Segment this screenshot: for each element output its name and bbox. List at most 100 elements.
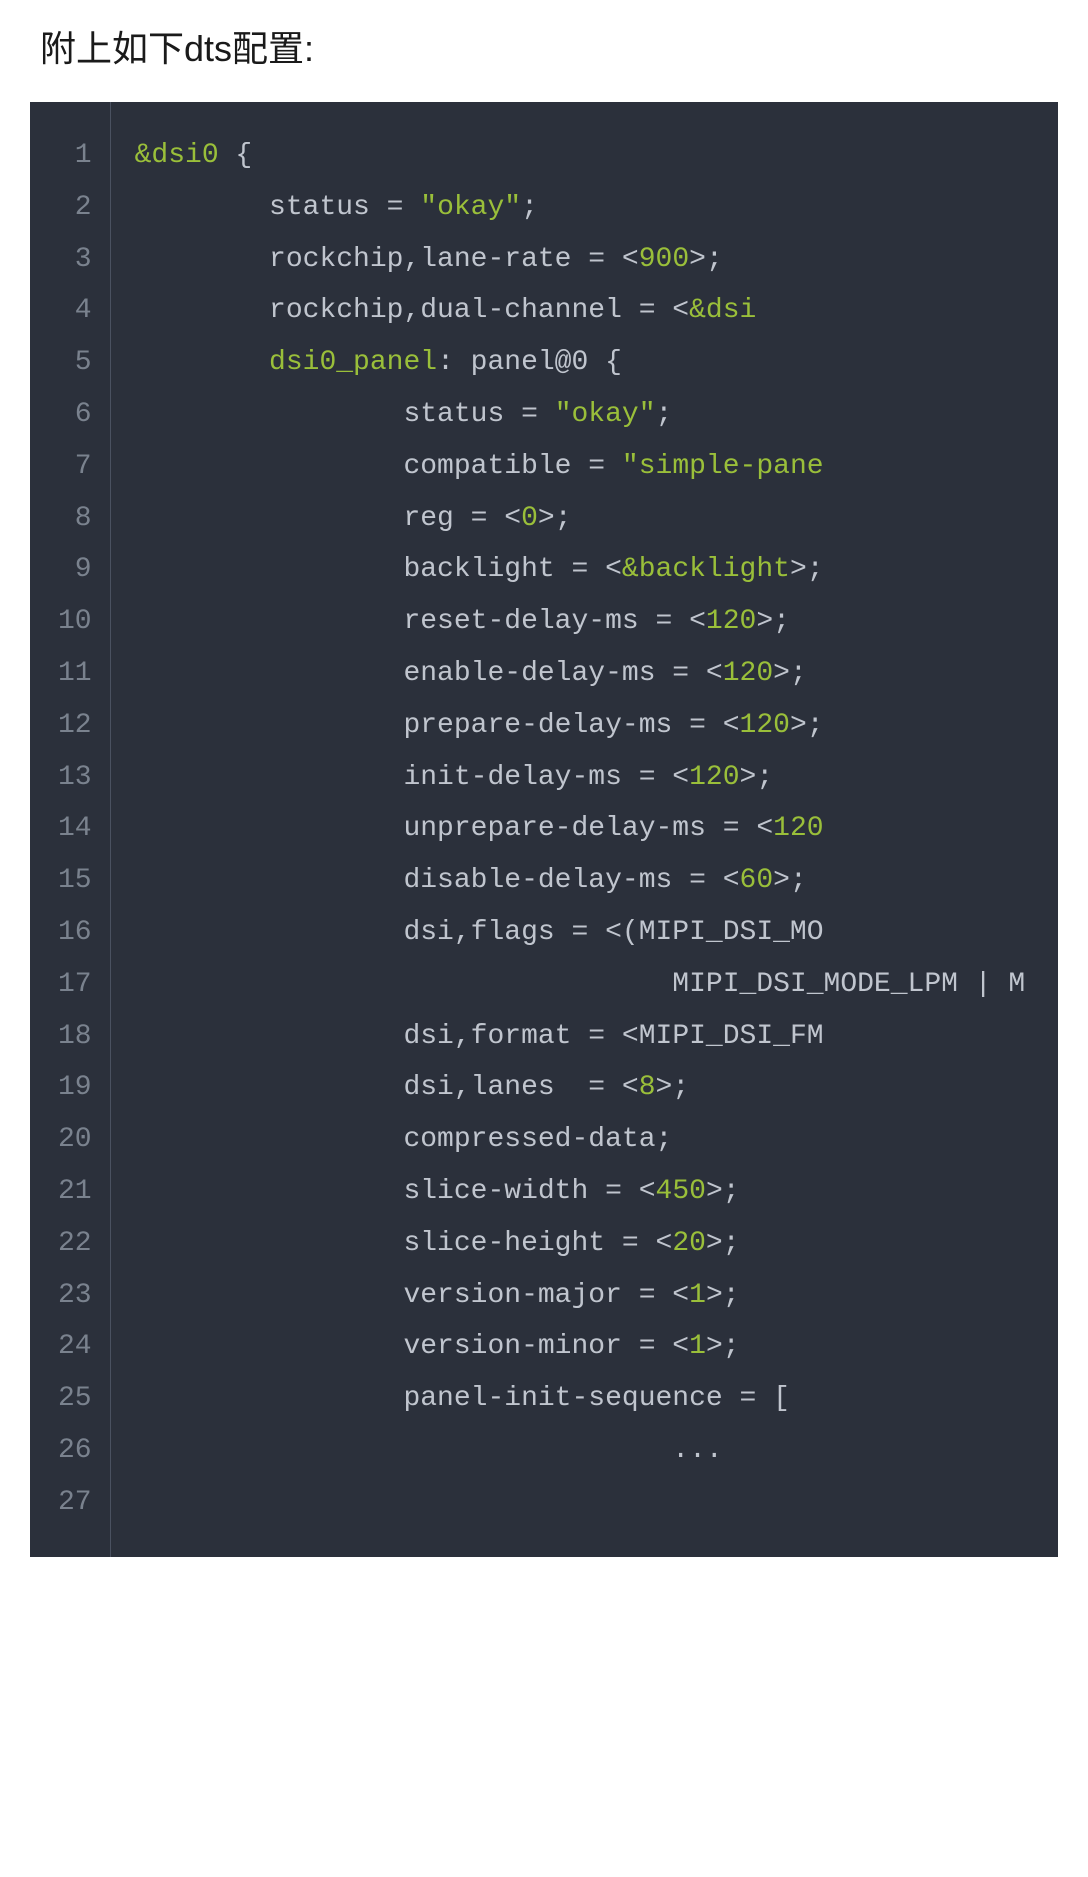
code-token: = [ (740, 1383, 790, 1414)
code-line: dsi0_panel: panel@0 { (135, 337, 1026, 389)
code-line: version-minor = <1>; (135, 1321, 1026, 1373)
code-token: rockchip,dual-channel (269, 295, 639, 326)
code-line: rockchip,lane-rate = <900>; (135, 234, 1026, 286)
line-number: 11 (58, 648, 92, 700)
code-token: = < (471, 503, 521, 534)
line-number: 24 (58, 1321, 92, 1373)
code-token: >; (790, 710, 824, 741)
code-line: reset-delay-ms = <120>; (135, 596, 1026, 648)
code-token: | (958, 969, 1008, 1000)
line-number: 19 (58, 1062, 92, 1114)
code-line: status = "okay"; (135, 182, 1026, 234)
line-number: 25 (58, 1373, 92, 1425)
line-number: 1 (58, 130, 92, 182)
code-token: >; (740, 762, 774, 793)
code-token: = < (723, 813, 773, 844)
line-number: 23 (58, 1270, 92, 1322)
code-line: slice-width = <450>; (135, 1166, 1026, 1218)
code-token: = < (571, 554, 621, 585)
line-number: 13 (58, 752, 92, 804)
line-number: 2 (58, 182, 92, 234)
code-line: &dsi0 { (135, 130, 1026, 182)
line-number: 22 (58, 1218, 92, 1270)
section-heading: 附上如下dts配置: (0, 0, 1088, 102)
line-number: 14 (58, 803, 92, 855)
code-line: compressed-data; (135, 1114, 1026, 1166)
line-number-gutter: 1234567891011121314151617181920212223242… (30, 102, 111, 1557)
code-line: enable-delay-ms = <120>; (135, 648, 1026, 700)
code-line: version-major = <1>; (135, 1270, 1026, 1322)
code-token: = < (656, 606, 706, 637)
code-line: compatible = "simple-pane (135, 441, 1026, 493)
code-line: init-delay-ms = <120>; (135, 752, 1026, 804)
code-token: MIPI_DSI_MODE_LPM (672, 969, 958, 1000)
code-token: ; (521, 192, 538, 223)
code-token: dsi,flags (403, 917, 571, 948)
line-number: 3 (58, 234, 92, 286)
code-content[interactable]: &dsi0 { status = "okay"; rockchip,lane-r… (111, 102, 1026, 1557)
code-token: = < (672, 658, 722, 689)
line-number: 26 (58, 1425, 92, 1477)
code-token: compatible (403, 451, 588, 482)
code-line: MIPI_DSI_MODE_LPM | M (135, 959, 1026, 1011)
code-token: = (588, 451, 605, 482)
code-line: dsi,flags = <(MIPI_DSI_MO (135, 907, 1026, 959)
line-number: 4 (58, 285, 92, 337)
code-token: = < (639, 1280, 689, 1311)
code-token: &dsi (689, 295, 756, 326)
code-token: slice-height (403, 1228, 621, 1259)
code-token: 120 (706, 606, 756, 637)
code-token: = < (689, 865, 739, 896)
code-token: "okay" (538, 399, 656, 430)
code-token: ... (672, 1435, 722, 1466)
code-line: panel-init-sequence = [ (135, 1373, 1026, 1425)
code-token: 900 (639, 244, 689, 275)
code-line: disable-delay-ms = <60>; (135, 855, 1026, 907)
code-token: MIPI_DSI_MO (639, 917, 824, 948)
code-token: >; (706, 1331, 740, 1362)
code-token: = (387, 192, 404, 223)
code-token: >; (689, 244, 723, 275)
code-token: "okay" (403, 192, 521, 223)
code-token: 20 (672, 1228, 706, 1259)
code-token: version-major (403, 1280, 638, 1311)
code-line: backlight = <&backlight>; (135, 544, 1026, 596)
code-token: prepare-delay-ms (403, 710, 689, 741)
code-token: : (437, 347, 471, 378)
code-token: dsi,lanes (403, 1072, 588, 1103)
code-token: = < (639, 1331, 689, 1362)
line-number: 15 (58, 855, 92, 907)
code-token: = < (689, 710, 739, 741)
code-token: 60 (740, 865, 774, 896)
code-line: rockchip,dual-channel = <&dsi (135, 285, 1026, 337)
code-token: >; (538, 503, 572, 534)
code-token: = < (622, 1228, 672, 1259)
code-token: 8 (639, 1072, 656, 1103)
line-number: 8 (58, 493, 92, 545)
code-token: dsi0_panel (269, 347, 437, 378)
code-token: rockchip,lane-rate (269, 244, 588, 275)
code-line: reg = <0>; (135, 493, 1026, 545)
code-token: unprepare-delay-ms (403, 813, 722, 844)
line-number: 16 (58, 907, 92, 959)
line-number: 7 (58, 441, 92, 493)
code-block: 1234567891011121314151617181920212223242… (30, 102, 1058, 1557)
code-token: 120 (723, 658, 773, 689)
code-token: = < (639, 762, 689, 793)
code-token: reset-delay-ms (403, 606, 655, 637)
code-token: panel-init-sequence (403, 1383, 739, 1414)
code-token: &backlight (622, 554, 790, 585)
line-number: 21 (58, 1166, 92, 1218)
code-token: dsi,format (403, 1021, 588, 1052)
code-token: status (269, 192, 387, 223)
code-token: status (403, 399, 521, 430)
line-number: 17 (58, 959, 92, 1011)
code-token: >; (756, 606, 790, 637)
code-token: 120 (773, 813, 823, 844)
code-token: 0 (521, 503, 538, 534)
code-line: dsi,format = <MIPI_DSI_FM (135, 1011, 1026, 1063)
code-token: M (1008, 969, 1025, 1000)
line-number: 27 (58, 1477, 92, 1529)
code-token: = < (639, 295, 689, 326)
line-number: 10 (58, 596, 92, 648)
